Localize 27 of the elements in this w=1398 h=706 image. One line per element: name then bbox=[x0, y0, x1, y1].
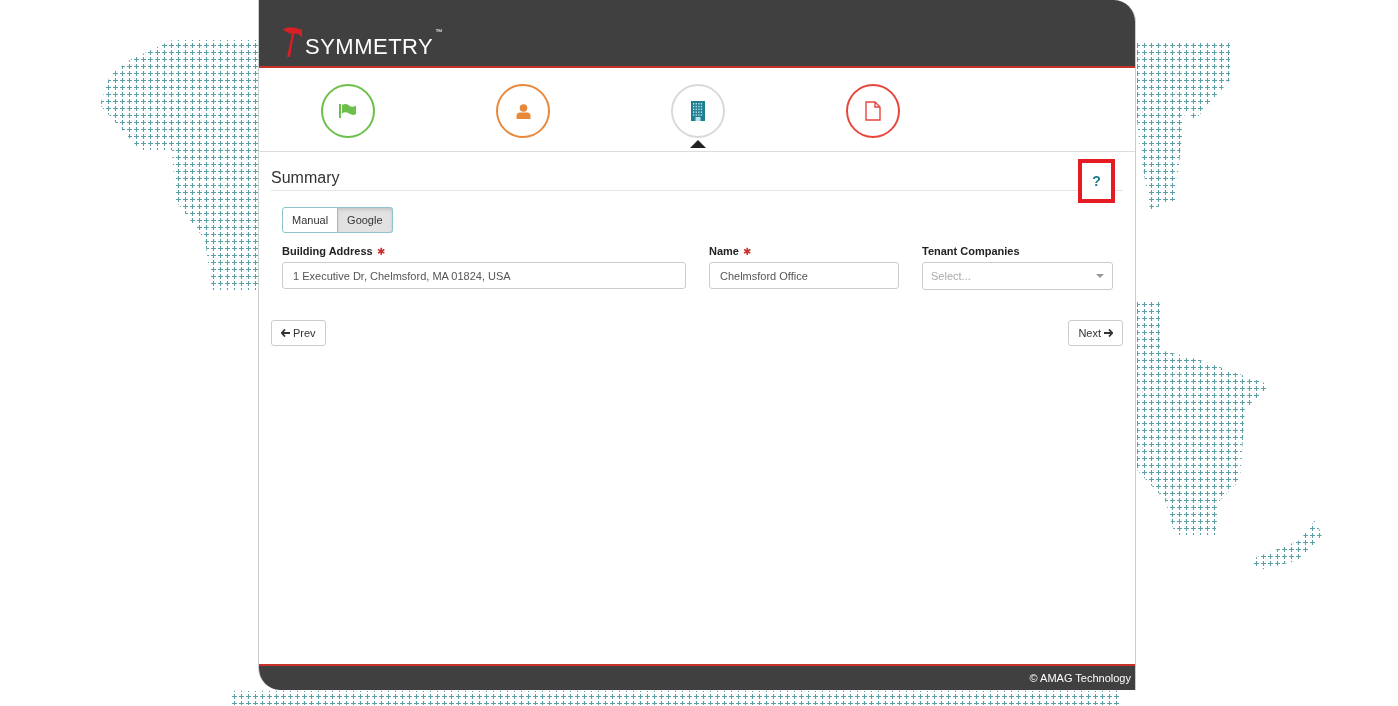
document-icon bbox=[865, 101, 881, 121]
logo-text: SYMMETRY bbox=[305, 36, 434, 58]
field-label: Building Address bbox=[282, 245, 373, 257]
flag-icon bbox=[339, 104, 357, 118]
help-button[interactable]: ? bbox=[1078, 159, 1115, 203]
arrow-right-icon bbox=[1104, 329, 1113, 337]
field-label: Tenant Companies bbox=[922, 245, 1020, 257]
building-icon bbox=[691, 101, 705, 121]
mode-toggle-button[interactable]: Google bbox=[338, 207, 393, 233]
prev-button[interactable]: Prev bbox=[271, 320, 326, 346]
next-button[interactable]: Next bbox=[1068, 320, 1123, 346]
step-button[interactable] bbox=[321, 84, 375, 138]
mode-toggle-button[interactable]: Manual bbox=[282, 207, 339, 233]
section-title: Summary bbox=[271, 168, 340, 187]
copyright-text: © AMAG Technology bbox=[1029, 672, 1131, 684]
step-button[interactable] bbox=[496, 84, 550, 138]
field-label: Name bbox=[709, 245, 739, 257]
input-field[interactable]: 1 Executive Dr, Chelmsford, MA 01824, USA bbox=[282, 262, 686, 289]
input-field[interactable]: Chelmsford Office bbox=[709, 262, 899, 289]
person-icon bbox=[515, 103, 531, 119]
required-mark: ✱ bbox=[742, 245, 751, 257]
active-step-caret bbox=[690, 140, 706, 148]
required-mark: ✱ bbox=[376, 245, 385, 257]
caret-icon bbox=[1096, 274, 1104, 278]
step-button[interactable] bbox=[846, 84, 900, 138]
arrow-left-icon bbox=[281, 329, 290, 337]
placeholder-text: Select... bbox=[931, 270, 971, 282]
